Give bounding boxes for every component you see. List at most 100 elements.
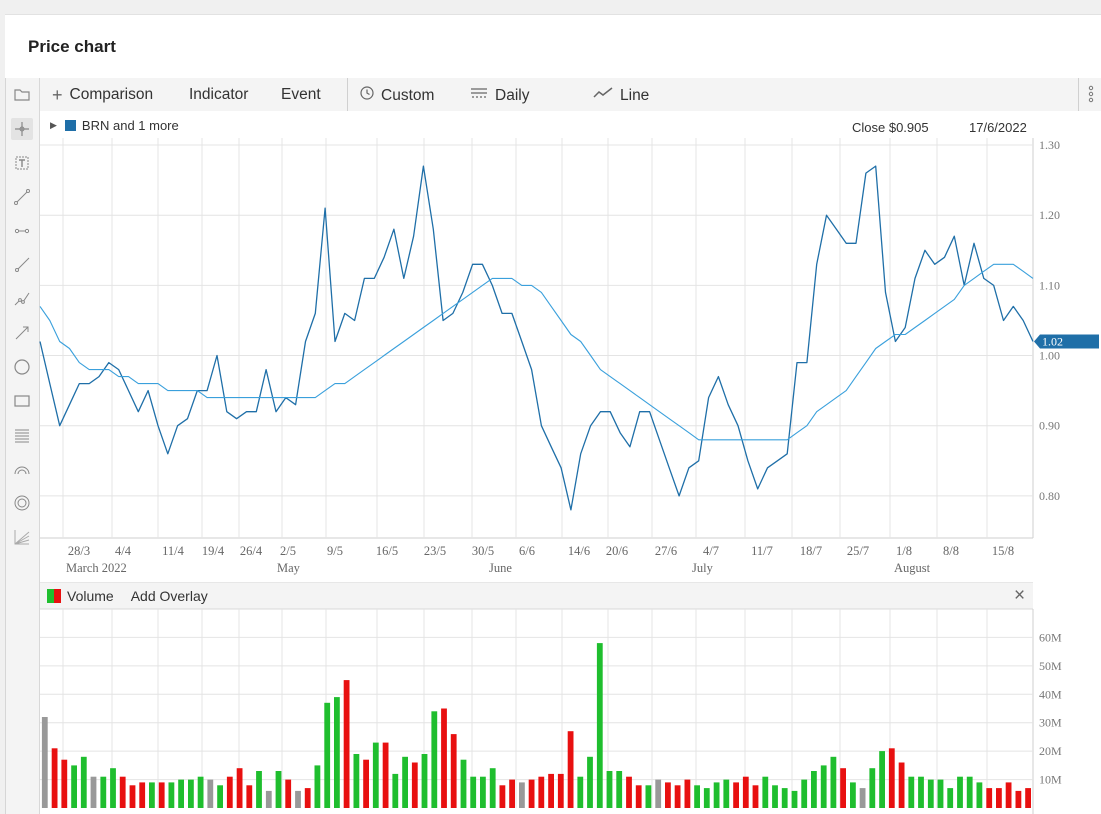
month-label: March 2022 xyxy=(66,561,127,575)
date-tick-label: 19/4 xyxy=(202,544,225,558)
volume-bar xyxy=(489,768,496,808)
volume-bar xyxy=(178,779,184,808)
volume-bar xyxy=(528,779,535,808)
volume-tick-label: 50M xyxy=(1039,659,1062,673)
close-price-text: Close $0.905 xyxy=(852,120,929,135)
volume-bar xyxy=(295,790,301,808)
volume-bar xyxy=(898,762,905,808)
price-tick-label: 0.80 xyxy=(1039,489,1060,503)
volume-bar xyxy=(421,754,428,808)
volume-bar xyxy=(470,776,477,808)
volume-bar xyxy=(976,782,983,808)
volume-bar xyxy=(217,785,223,808)
volume-bar xyxy=(587,756,593,808)
month-label: May xyxy=(277,561,301,575)
series-color-swatch xyxy=(64,120,76,131)
date-tick-label: 9/5 xyxy=(327,544,343,558)
volume-bar xyxy=(265,790,272,808)
volume-bar xyxy=(918,776,924,808)
volume-bar xyxy=(781,788,788,808)
series-legend[interactable]: ▶ BRN and 1 more xyxy=(50,118,179,133)
date-tick-label: 8/8 xyxy=(943,544,959,558)
volume-bar xyxy=(869,768,876,808)
volume-bar xyxy=(480,776,486,808)
volume-bar xyxy=(801,779,808,808)
volume-bar xyxy=(51,748,58,808)
volume-bar xyxy=(645,785,652,808)
date-tick-label: 15/8 xyxy=(992,544,1014,558)
volume-bar xyxy=(723,779,730,808)
volume-bar xyxy=(139,782,146,808)
volume-bar xyxy=(694,785,700,808)
date-readout: 17/6/2022 xyxy=(969,120,1027,135)
volume-bar xyxy=(343,680,350,808)
volume-bar xyxy=(791,790,798,808)
date-tick-label: 11/7 xyxy=(751,544,773,558)
expand-arrow-icon[interactable]: ▶ xyxy=(50,120,57,131)
price-tick-label: 1.20 xyxy=(1039,208,1060,222)
volume-bar xyxy=(859,788,866,808)
volume-bar xyxy=(635,785,642,808)
volume-bar xyxy=(158,782,165,808)
date-tick-label: 6/6 xyxy=(519,544,535,558)
chart-canvas[interactable]: 1.30 1.20 1.10 1.00 0.90 0.80 28/3 4/4 11/4 19/4 2… xyxy=(6,78,1101,814)
volume-bar xyxy=(1025,788,1031,808)
volume-bar xyxy=(1015,790,1022,808)
month-label: August xyxy=(894,561,931,575)
volume-bar xyxy=(168,782,175,808)
volume-bar xyxy=(548,773,554,808)
close-readout: Close $0.905 xyxy=(852,120,929,135)
date-tick-label: 20/6 xyxy=(606,544,628,558)
volume-bar xyxy=(742,776,749,808)
volume-bar xyxy=(811,771,817,808)
volume-tick-label: 60M xyxy=(1039,630,1062,644)
volume-bar xyxy=(606,771,613,808)
date-tick-label: 11/4 xyxy=(162,544,185,558)
price-tick-label: 0.90 xyxy=(1039,419,1060,433)
date-tick-label: 16/5 xyxy=(376,544,398,558)
volume-bar xyxy=(966,776,973,808)
volume-bar xyxy=(363,759,369,808)
date-tick-label: 4/7 xyxy=(703,544,719,558)
date-tick-label: 2/5 xyxy=(280,544,296,558)
volume-bar xyxy=(752,785,759,808)
volume-bar xyxy=(499,785,506,808)
volume-bar xyxy=(353,754,360,808)
volume-bar xyxy=(402,756,408,808)
date-tick-label: 4/4 xyxy=(115,544,132,558)
volume-bar xyxy=(820,765,827,808)
volume-bar xyxy=(372,742,379,808)
volume-bar xyxy=(129,785,136,808)
volume-bar xyxy=(334,697,340,808)
volume-bar xyxy=(733,782,739,808)
add-overlay-button[interactable]: Add Overlay xyxy=(131,588,208,604)
volume-bar xyxy=(441,708,447,808)
volume-bar xyxy=(684,779,691,808)
volume-bar xyxy=(392,773,399,808)
volume-bar xyxy=(957,776,963,808)
series-label: BRN and 1 more xyxy=(81,118,179,133)
volume-legend[interactable]: Volume Add Overlay xyxy=(47,588,208,604)
last-value-text: 1.02 xyxy=(1042,335,1063,349)
volume-bar xyxy=(986,788,993,808)
close-volume-symbol: × xyxy=(1014,585,1026,606)
volume-bar xyxy=(538,776,545,808)
page-title: Price chart xyxy=(28,37,116,56)
volume-bar xyxy=(596,643,603,808)
volume-bar xyxy=(188,779,194,808)
volume-bar xyxy=(80,756,87,808)
volume-tick-label: 30M xyxy=(1039,716,1062,730)
volume-bar xyxy=(110,768,116,808)
volume-bar xyxy=(840,768,846,808)
volume-bar xyxy=(567,731,574,808)
volume-bar xyxy=(256,771,262,808)
date-tick-label: 28/3 xyxy=(68,544,90,558)
volume-bar xyxy=(197,776,204,808)
volume-bar xyxy=(509,779,515,808)
volume-bar xyxy=(616,771,623,808)
volume-bar xyxy=(285,779,292,808)
close-volume-icon[interactable]: × xyxy=(1014,585,1025,607)
volume-bar xyxy=(61,759,68,808)
date-tick-label: 23/5 xyxy=(424,544,446,558)
volume-swatch-icon xyxy=(47,589,61,603)
